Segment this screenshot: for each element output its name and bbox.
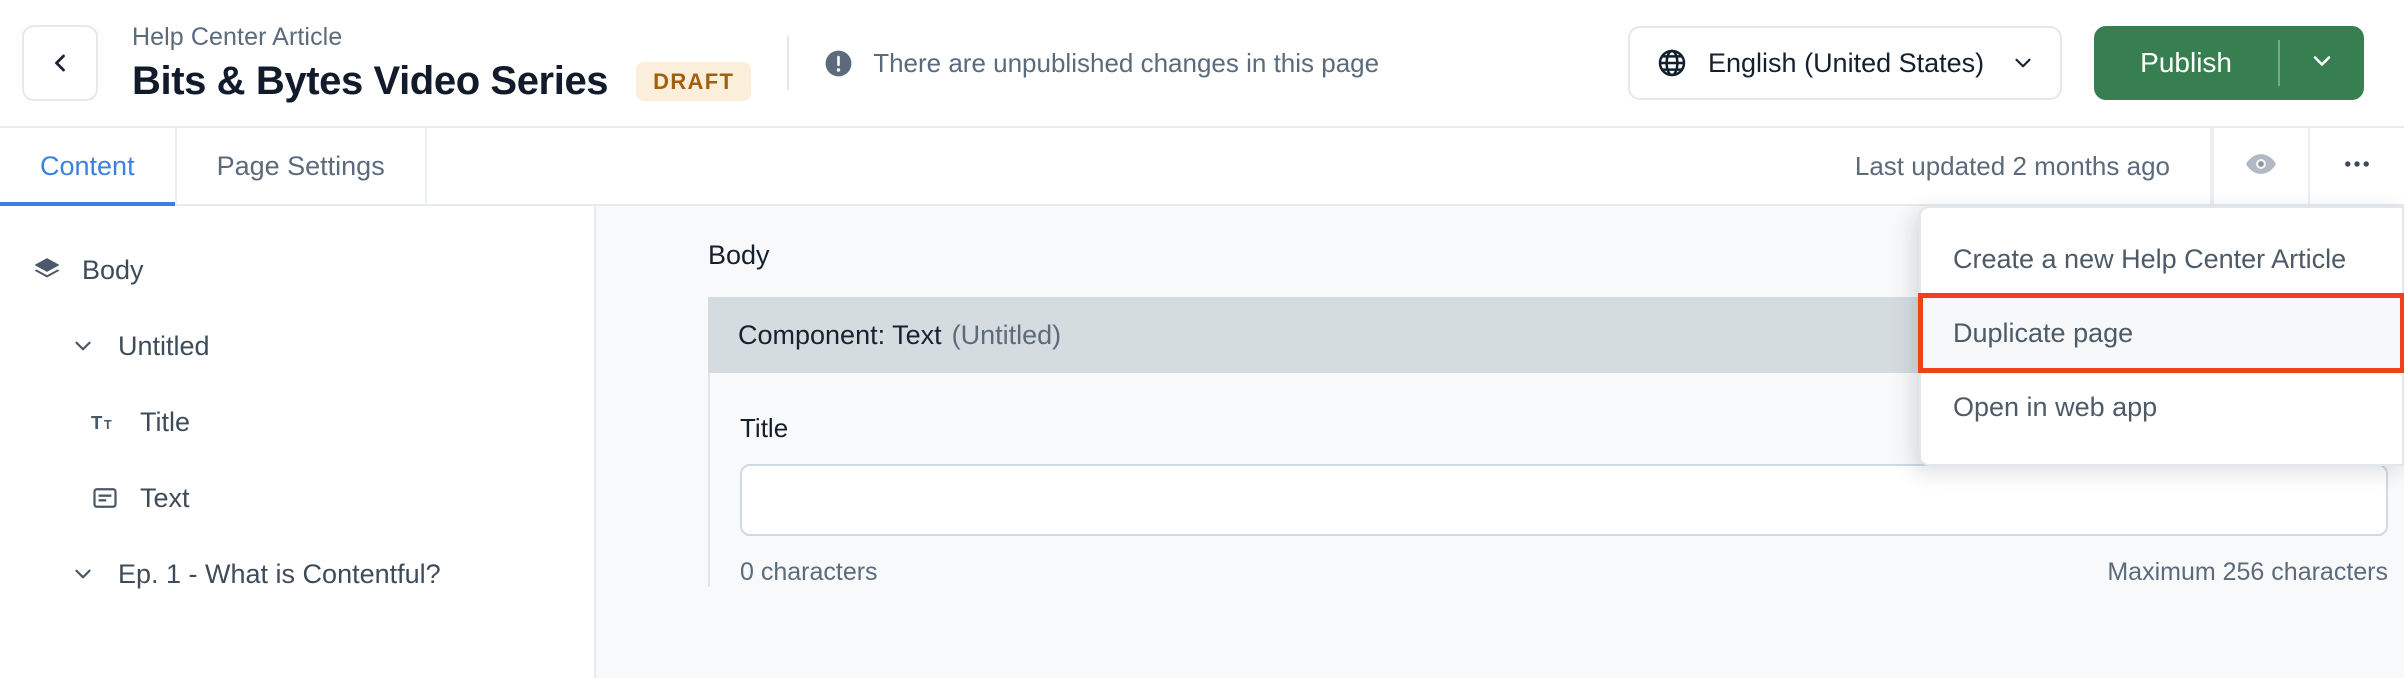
component-header-subtitle: (Untitled) (951, 319, 1062, 350)
chevron-down-icon[interactable] (66, 333, 100, 359)
last-updated-text: Last updated 2 months ago (1854, 150, 2170, 181)
app-header: Help Center Article Bits & Bytes Video S… (0, 0, 2404, 128)
sidebar-item-label: Body (82, 254, 144, 285)
title-row: Bits & Bytes Video Series DRAFT (132, 58, 752, 104)
page-editor-app: Help Center Article Bits & Bytes Video S… (0, 0, 2404, 678)
eye-icon (2244, 147, 2278, 186)
tab-spacer: Last updated 2 months ago (427, 128, 2212, 204)
layers-icon (30, 255, 64, 285)
publish-button[interactable]: Publish (2094, 26, 2278, 100)
chevron-down-icon (2010, 50, 2036, 76)
menu-item-open-in-web-app[interactable]: Open in web app (1921, 370, 2402, 444)
more-options-button[interactable] (2308, 128, 2404, 204)
ellipsis-icon (2340, 147, 2374, 186)
chevron-down-icon[interactable] (66, 561, 100, 587)
language-selector[interactable]: English (United States) (1628, 26, 2063, 100)
paragraph-icon (88, 484, 122, 512)
title-input[interactable] (740, 464, 2388, 536)
preview-button[interactable] (2212, 128, 2308, 204)
sidebar-item-text[interactable]: Text (0, 460, 594, 536)
sidebar-item-label: Untitled (118, 330, 210, 361)
sidebar-item-label: Ep. 1 - What is Contentful? (118, 558, 441, 589)
menu-item-duplicate-page[interactable]: Duplicate page (1918, 293, 2404, 373)
sidebar-item-episode-1[interactable]: Ep. 1 - What is Contentful? (0, 536, 594, 612)
title-field-meta: 0 characters Maximum 256 characters (740, 558, 2388, 587)
sidebar-item-untitled[interactable]: Untitled (0, 308, 594, 384)
header-divider (787, 36, 790, 90)
publish-dropdown-toggle[interactable] (2280, 26, 2364, 100)
menu-item-create-new-article[interactable]: Create a new Help Center Article (1921, 222, 2402, 296)
character-count: 0 characters (740, 558, 878, 586)
status-badge: DRAFT (636, 61, 752, 101)
more-options-menu: Create a new Help Center Article Duplica… (1918, 206, 2404, 466)
sidebar-item-body[interactable]: Body (0, 232, 594, 308)
tab-page-settings[interactable]: Page Settings (177, 128, 427, 204)
tab-bar: Content Page Settings Last updated 2 mon… (0, 128, 2404, 206)
sidebar-item-label: Text (140, 482, 190, 513)
publish-button-group: Publish (2094, 26, 2364, 100)
globe-icon (1656, 47, 1688, 79)
text-format-icon: TT (88, 408, 122, 436)
chevron-down-icon (2308, 47, 2336, 80)
sidebar-item-title[interactable]: TT Title (0, 384, 594, 460)
alert-circle-icon (823, 48, 854, 79)
title-block: Help Center Article Bits & Bytes Video S… (132, 22, 752, 104)
chevron-left-icon (46, 49, 74, 77)
max-characters: Maximum 256 characters (2107, 558, 2388, 586)
structure-sidebar: Body Untitled TT Title Text Ep. 1 - What… (0, 206, 596, 678)
unpublished-changes-notice: There are unpublished changes in this pa… (823, 48, 1379, 79)
page-title: Bits & Bytes Video Series (132, 58, 609, 103)
svg-text:T: T (104, 417, 112, 432)
tab-content[interactable]: Content (0, 128, 177, 206)
language-label: English (United States) (1708, 47, 1985, 78)
sidebar-item-label: Title (140, 406, 191, 437)
notice-text: There are unpublished changes in this pa… (873, 47, 1380, 78)
component-header-title: Component: Text (738, 319, 942, 350)
back-button[interactable] (22, 25, 98, 101)
svg-text:T: T (91, 412, 103, 433)
breadcrumb-content-type: Help Center Article (132, 23, 343, 52)
